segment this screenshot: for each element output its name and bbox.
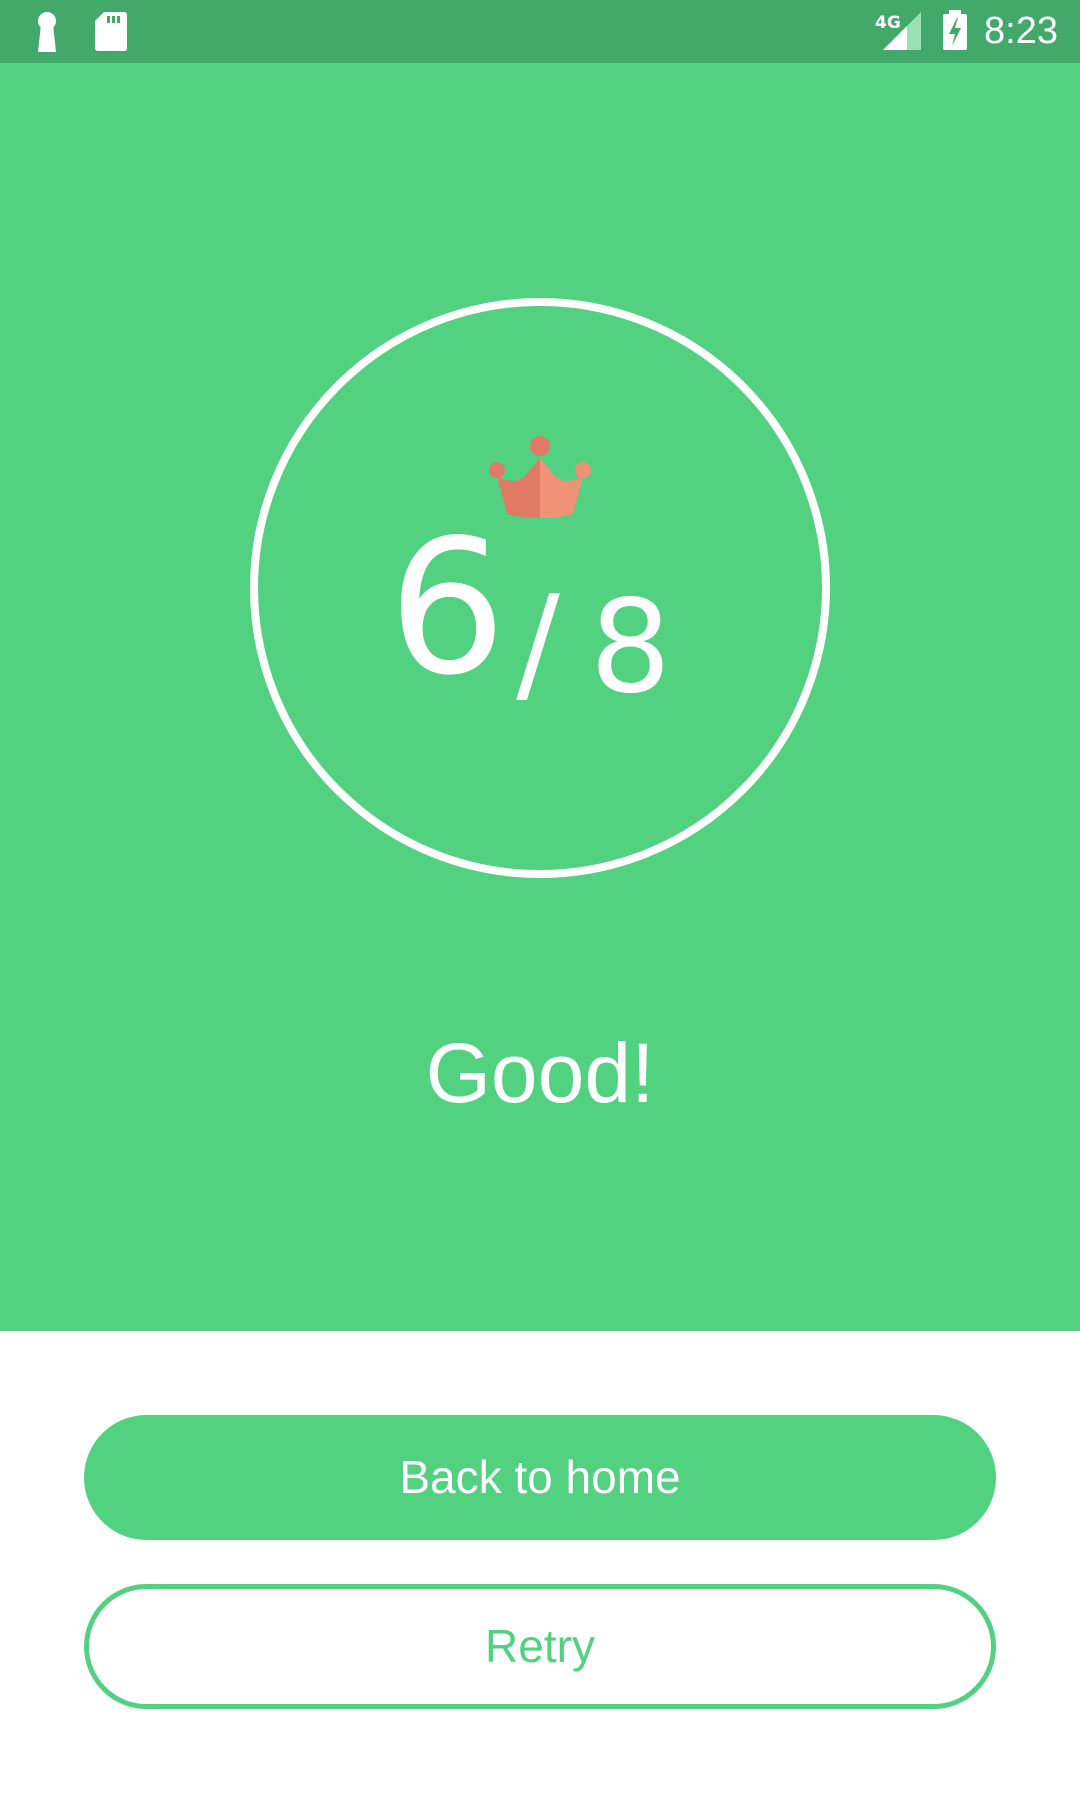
score-separator: / xyxy=(516,567,560,719)
status-time: 8:23 xyxy=(984,10,1058,52)
score-value: 6 xyxy=(388,499,507,716)
network-type-label: 4G xyxy=(875,13,901,33)
result-panel: 6 / 8 Good! xyxy=(0,63,1080,1331)
status-bar: 4G 8:23 xyxy=(0,0,1080,63)
keyhole-icon xyxy=(38,12,56,52)
score-total: 8 xyxy=(589,573,672,722)
retry-button[interactable]: Retry xyxy=(84,1584,996,1709)
back-to-home-button[interactable]: Back to home xyxy=(84,1415,996,1540)
sd-card-icon xyxy=(95,12,127,51)
battery-charging-icon xyxy=(943,10,967,50)
signal-icon: 4G xyxy=(875,12,921,50)
result-message: Good! xyxy=(425,1026,655,1120)
